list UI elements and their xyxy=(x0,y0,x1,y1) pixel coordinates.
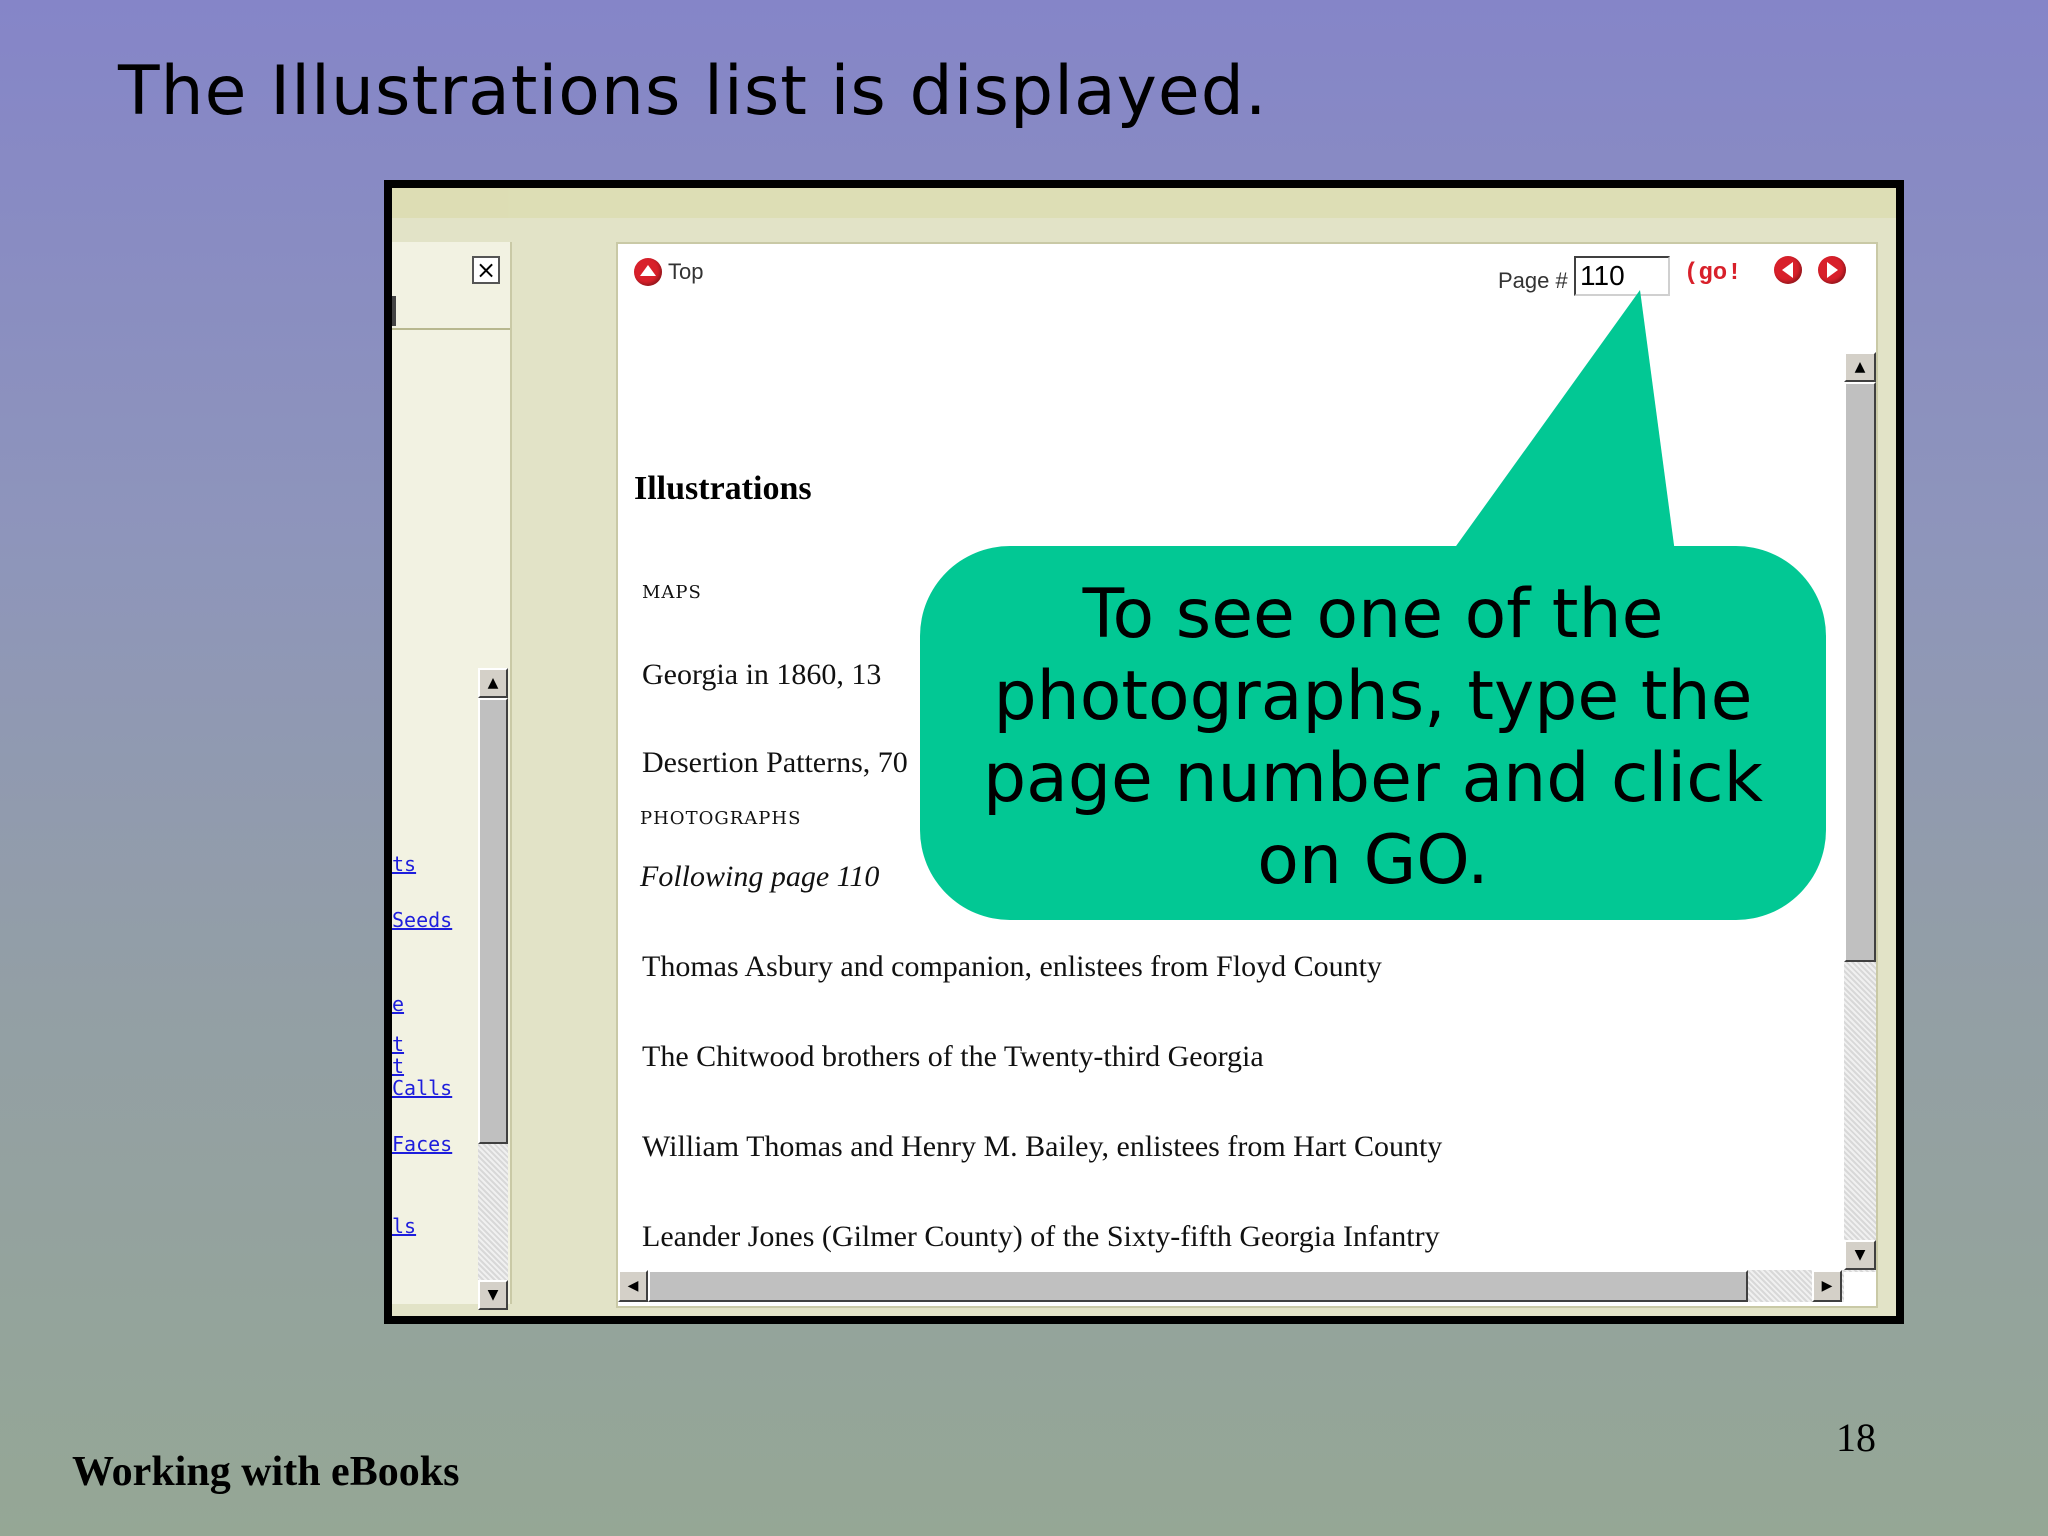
side-input-edge xyxy=(392,296,396,326)
content-heading: Illustrations xyxy=(634,470,812,507)
go-button[interactable]: (go! xyxy=(1684,260,1742,287)
callout-text: To see one of the photographs, type the … xyxy=(920,574,1826,902)
top-banner-strip xyxy=(392,188,1896,218)
reader-scroll-thumb[interactable] xyxy=(1844,382,1876,962)
side-link[interactable]: Seeds xyxy=(392,908,452,932)
side-link[interactable]: e xyxy=(392,992,404,1016)
photo-item: William Thomas and Henry M. Bailey, enli… xyxy=(642,1130,1443,1163)
photographs-heading: PHOTOGRAPHS xyxy=(640,808,802,829)
arrow-right-icon[interactable] xyxy=(1818,256,1846,284)
map-item: Georgia in 1860, 13 xyxy=(642,658,882,691)
scroll-right-icon[interactable]: ▶ xyxy=(1812,1270,1842,1302)
scroll-up-icon[interactable]: ▲ xyxy=(1844,352,1876,382)
map-item: Desertion Patterns, 70 xyxy=(642,746,908,779)
page-number-input[interactable] xyxy=(1574,256,1670,296)
scroll-up-icon[interactable]: ▲ xyxy=(478,668,508,698)
top-link-label: Top xyxy=(668,259,704,284)
callout-line: on GO. xyxy=(1257,821,1489,900)
slide-footer: Working with eBooks xyxy=(72,1449,460,1495)
side-link[interactable]: ls xyxy=(392,1214,416,1238)
callout-line: photographs, type the xyxy=(993,657,1753,736)
arrow-up-icon xyxy=(634,258,662,286)
scroll-left-icon[interactable]: ◀ xyxy=(618,1270,648,1302)
side-scrollbar[interactable]: ▲ ▼ xyxy=(478,668,508,1310)
photo-item: Thomas Asbury and companion, enlistees f… xyxy=(642,950,1382,983)
callout-line: To see one of the xyxy=(1082,575,1664,654)
reader-horizontal-scrollbar[interactable]: ◀ ▶ xyxy=(618,1270,1844,1302)
page-number-label: Page # xyxy=(1498,268,1568,293)
side-scroll-thumb[interactable] xyxy=(478,698,508,1144)
photo-item: The Chitwood brothers of the Twenty-thir… xyxy=(642,1040,1264,1073)
side-link[interactable]: Faces xyxy=(392,1132,452,1156)
side-link[interactable]: ts xyxy=(392,852,416,876)
photographs-note: Following page 110 xyxy=(640,860,880,893)
arrow-left-icon[interactable] xyxy=(1774,256,1802,284)
reader-vertical-scrollbar[interactable]: ▲ ▼ xyxy=(1844,352,1876,1272)
slide-page-number: 18 xyxy=(1836,1415,1876,1460)
scroll-down-icon[interactable]: ▼ xyxy=(1844,1240,1876,1270)
callout-line: page number and click xyxy=(983,739,1763,818)
maps-heading: MAPS xyxy=(642,582,702,603)
slide-title: The Illustrations list is displayed. xyxy=(118,52,1268,131)
top-link[interactable]: Top xyxy=(634,258,703,286)
reader-hscroll-thumb[interactable] xyxy=(648,1270,1748,1302)
close-icon[interactable]: × xyxy=(472,256,500,284)
side-link[interactable]: t xyxy=(392,1032,404,1056)
side-link[interactable]: Calls xyxy=(392,1076,452,1100)
side-divider xyxy=(392,328,510,330)
photo-item: Leander Jones (Gilmer County) of the Six… xyxy=(642,1220,1440,1253)
side-link[interactable]: t xyxy=(392,1054,404,1078)
scroll-down-icon[interactable]: ▼ xyxy=(478,1280,508,1310)
